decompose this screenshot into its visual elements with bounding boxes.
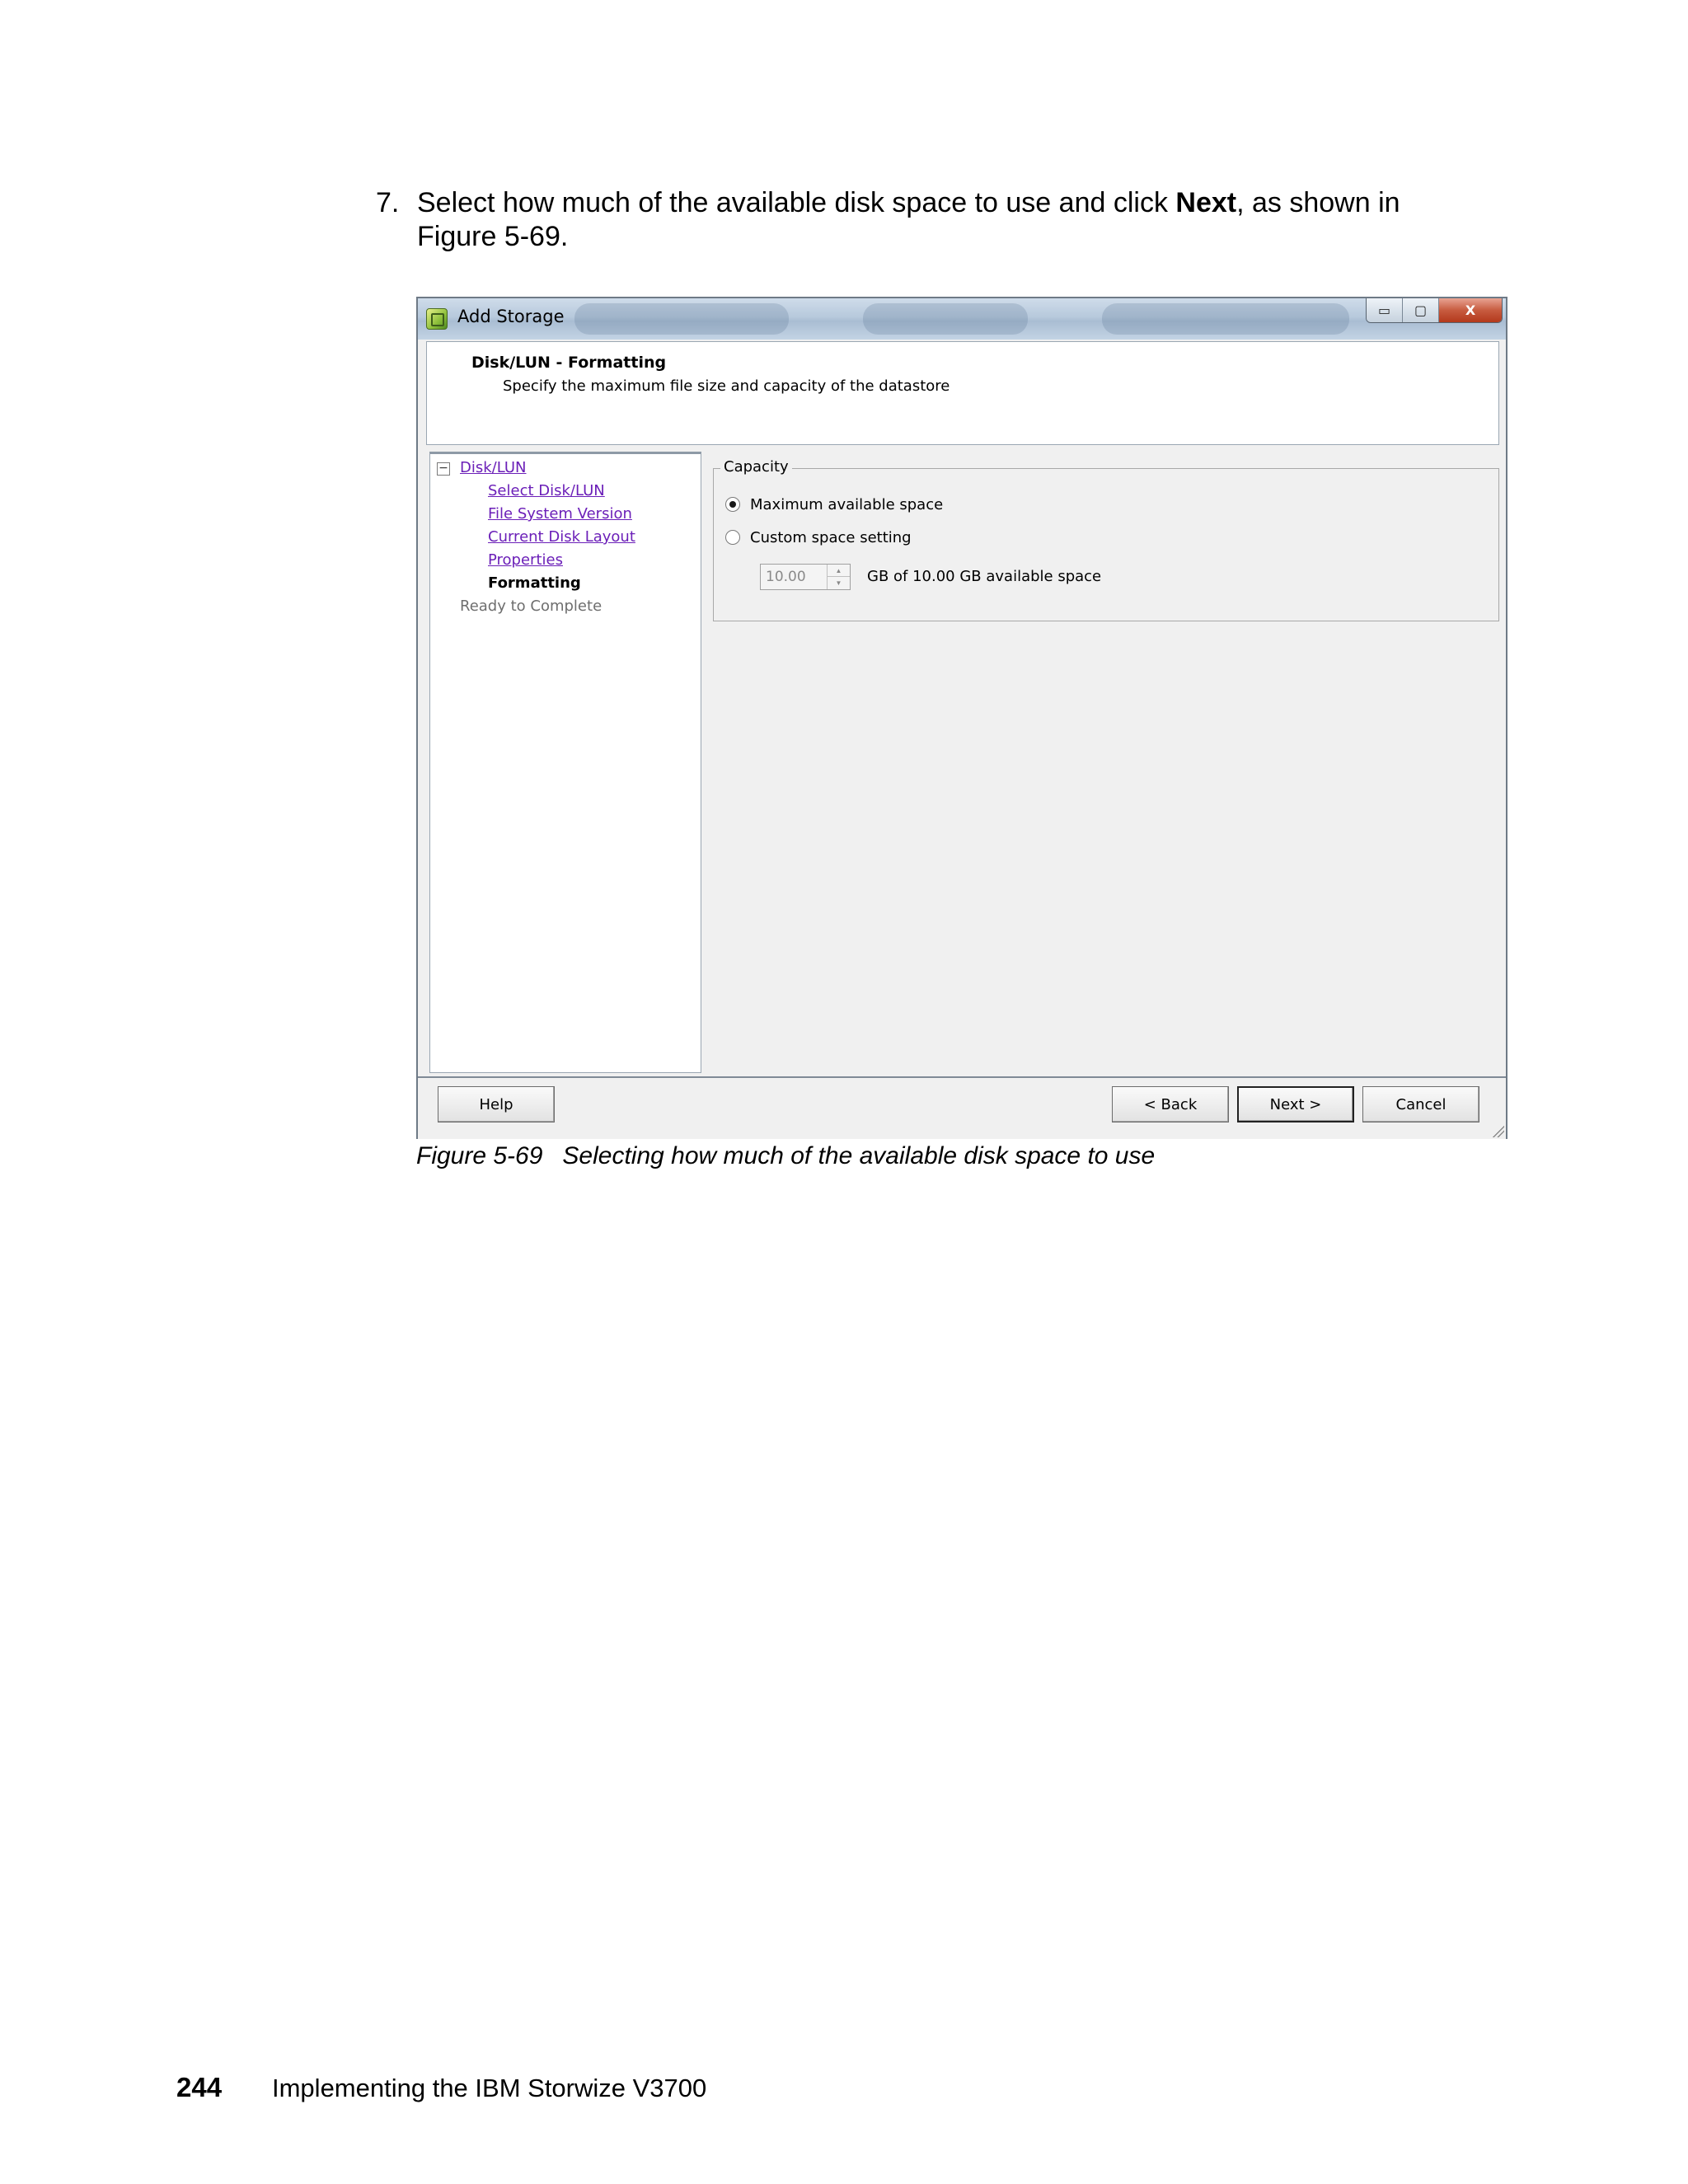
step-text-bold: Next	[1175, 187, 1237, 218]
collapse-icon[interactable]: −	[437, 462, 450, 476]
nav-item-disk-lun[interactable]: Disk/LUN	[460, 459, 527, 476]
titlebar-glass-blur	[574, 303, 789, 335]
stepper-down-icon: ▼	[835, 579, 842, 587]
capacity-legend: Capacity	[720, 458, 792, 476]
wizard-step-subtitle: Specify the maximum file size and capaci…	[503, 377, 950, 395]
titlebar-glass-blur	[863, 303, 1028, 335]
minimize-icon[interactable]: ▭	[1367, 298, 1403, 322]
wizard-footer: Help < Back Next > Cancel	[418, 1076, 1506, 1139]
custom-space-input	[761, 565, 827, 589]
custom-space-label[interactable]: Custom space setting	[750, 529, 912, 546]
wizard-nav-pane: − Disk/LUN Select Disk/LUN File System V…	[429, 452, 701, 1073]
max-space-radio[interactable]	[725, 497, 740, 512]
nav-item-ready-to-complete: Ready to Complete	[460, 598, 603, 615]
cancel-button[interactable]: Cancel	[1362, 1086, 1479, 1122]
step-text-before: Select how much of the available disk sp…	[417, 187, 1176, 218]
nav-item-current-disk-layout[interactable]: Current Disk Layout	[488, 528, 635, 546]
window-controls: ▭ ▢ X	[1366, 298, 1503, 323]
step-number: 7.	[376, 187, 400, 218]
maximize-icon[interactable]: ▢	[1403, 298, 1439, 322]
figure-text: Selecting how much of the available disk…	[562, 1142, 1156, 1169]
figure-caption: Figure 5-69 Selecting how much of the ava…	[416, 1142, 1155, 1170]
nav-item-select-disk-lun[interactable]: Select Disk/LUN	[488, 482, 605, 499]
add-storage-app-icon	[426, 308, 448, 330]
stepper-up-icon: ▲	[828, 565, 850, 577]
capacity-group: Capacity Maximum available space Custom …	[713, 458, 1499, 621]
wizard-step-title: Disk/LUN - Formatting	[471, 354, 667, 372]
titlebar-glass-blur	[1102, 303, 1349, 335]
nav-item-properties[interactable]: Properties	[488, 551, 563, 569]
book-title: Implementing the IBM Storwize V3700	[272, 2074, 707, 2102]
close-icon[interactable]: X	[1439, 298, 1502, 322]
back-button[interactable]: < Back	[1112, 1086, 1229, 1122]
nav-item-file-system-version[interactable]: File System Version	[488, 505, 632, 523]
available-space-text: GB of 10.00 GB available space	[867, 568, 1102, 585]
page-number: 244	[176, 2072, 223, 2102]
figure-label: Figure 5-69	[416, 1142, 543, 1169]
custom-space-radio[interactable]	[725, 530, 740, 545]
step-text: Select how much of the available disk sp…	[417, 186, 1447, 254]
max-space-label[interactable]: Maximum available space	[750, 496, 943, 513]
resize-grip-icon[interactable]	[1491, 1124, 1504, 1137]
help-button[interactable]: Help	[438, 1086, 555, 1122]
next-button[interactable]: Next >	[1237, 1086, 1354, 1122]
custom-space-stepper: ▲ ▼	[760, 564, 851, 590]
stepper-arrows: ▲ ▼	[827, 565, 850, 589]
wizard-header: Disk/LUN - Formatting Specify the maximu…	[426, 341, 1499, 445]
window-title: Add Storage	[457, 307, 565, 326]
add-storage-dialog: Add Storage ▭ ▢ X Disk/LUN - Formatting …	[416, 297, 1507, 1139]
title-bar[interactable]: Add Storage ▭ ▢ X	[418, 298, 1506, 340]
page-footer: 244 Implementing the IBM Storwize V3700	[176, 2072, 706, 2103]
nav-item-formatting: Formatting	[488, 574, 581, 592]
